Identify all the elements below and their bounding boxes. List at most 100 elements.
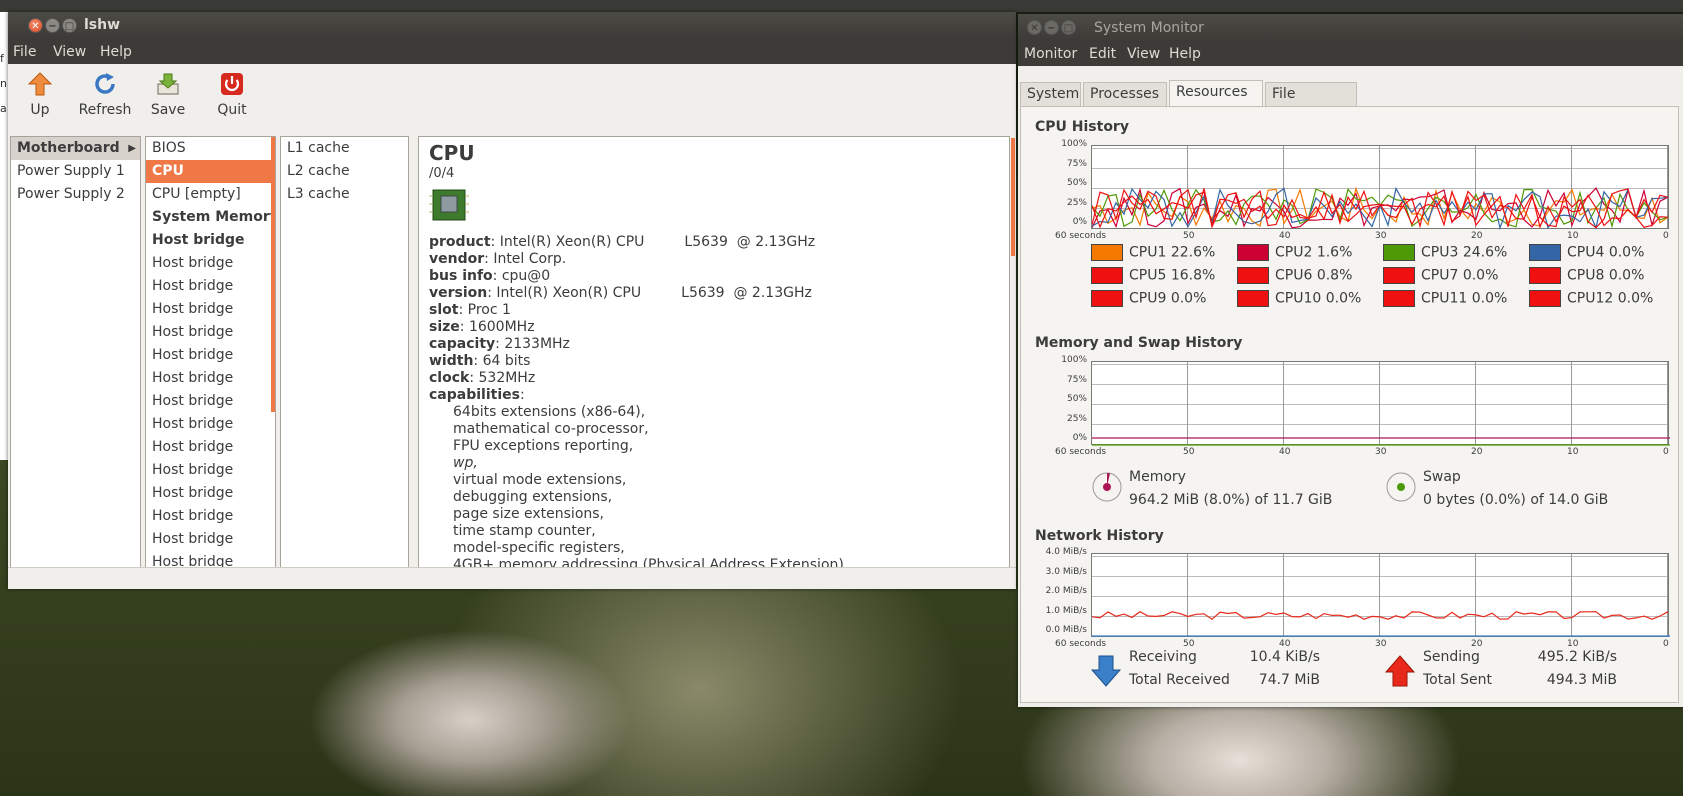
menu-view[interactable]: View	[1127, 46, 1160, 62]
list-item[interactable]: Host bridge	[146, 321, 271, 344]
tab-file-systems[interactable]: File Systems	[1265, 82, 1357, 124]
field-value: 2133MHz	[504, 336, 570, 352]
maximize-icon[interactable]: □	[1061, 20, 1076, 35]
list-item[interactable]: CPU	[146, 160, 271, 183]
x-tick-label: 60 seconds	[1055, 447, 1107, 457]
menu-view[interactable]: View	[53, 44, 86, 60]
menu-monitor[interactable]: Monitor	[1024, 46, 1077, 62]
list-item[interactable]: L3 cache	[281, 183, 408, 206]
menu-edit[interactable]: Edit	[1089, 46, 1116, 62]
list-item[interactable]: Host bridge	[146, 229, 271, 252]
close-icon[interactable]: ✕	[28, 18, 43, 33]
y-tick-label: 25%	[1066, 197, 1087, 208]
list-item[interactable]: Host bridge	[146, 505, 271, 528]
column-2-scrollbar[interactable]	[271, 136, 276, 576]
field-key: version	[429, 285, 488, 301]
save-button[interactable]: Save	[138, 70, 198, 118]
cpu-legend-item[interactable]: CPU7 0.0%	[1383, 267, 1498, 284]
list-item[interactable]: L2 cache	[281, 160, 408, 183]
cpu-legend-item[interactable]: CPU8 0.0%	[1529, 267, 1644, 284]
cpu-label: CPU4	[1567, 244, 1605, 261]
device-column-1[interactable]: Motherboard ▶ Power Supply 1 Power Supply…	[10, 136, 141, 576]
color-swatch[interactable]	[1237, 290, 1269, 307]
cpu-legend-item[interactable]: CPU3 24.6%	[1383, 244, 1507, 261]
power-icon	[221, 73, 243, 95]
tab-resources[interactable]: Resources	[1169, 80, 1263, 106]
list-item[interactable]: Host bridge	[146, 275, 271, 298]
details-scrollbar[interactable]	[1011, 138, 1015, 256]
field-value: Intel(R) Xeon(R) CPU L5639 @ 2.13GHz	[499, 234, 816, 250]
device-details: CPU /0/4 product: Intel(R) Xeon(R) CPU L…	[418, 136, 1010, 576]
device-column-2[interactable]: BIOS CPU CPU [empty] System Memory Host brid…	[145, 136, 271, 576]
color-swatch[interactable]	[1091, 290, 1123, 307]
list-item[interactable]: BIOS	[146, 137, 271, 160]
cpu-label: CPU9	[1129, 290, 1167, 307]
sending-trace	[1092, 610, 1669, 621]
list-item[interactable]: Host bridge	[146, 298, 271, 321]
color-swatch[interactable]	[1237, 244, 1269, 261]
cpu-value: 22.6%	[1170, 244, 1216, 261]
list-item[interactable]: Power Supply 1	[11, 160, 140, 183]
y-tick-label: 25%	[1066, 413, 1087, 424]
color-swatch[interactable]	[1529, 290, 1561, 307]
list-item[interactable]: Host bridge	[146, 367, 271, 390]
list-item[interactable]: Power Supply 2	[11, 183, 140, 206]
list-item[interactable]: Host bridge	[146, 390, 271, 413]
cpu-legend-item[interactable]: CPU11 0.0%	[1383, 290, 1507, 307]
capability-item: FPU exceptions reporting,	[453, 438, 634, 454]
list-item[interactable]: System Memory	[146, 206, 271, 229]
color-swatch[interactable]	[1237, 267, 1269, 284]
up-button[interactable]: Up	[10, 70, 70, 118]
color-swatch[interactable]	[1529, 267, 1561, 284]
cpu-legend-item[interactable]: CPU6 0.8%	[1237, 267, 1352, 284]
color-swatch[interactable]	[1091, 244, 1123, 261]
x-tick-label: 0	[1663, 447, 1669, 457]
menu-help[interactable]: Help	[100, 44, 132, 60]
memory-label: Memory	[1129, 469, 1186, 485]
color-swatch[interactable]	[1529, 244, 1561, 261]
refresh-button[interactable]: Refresh	[75, 70, 135, 118]
sysmon-titlebar[interactable]: ✕ − □ System Monitor	[1018, 14, 1683, 42]
list-item[interactable]: Host bridge	[146, 459, 271, 482]
list-item[interactable]: Host bridge	[146, 413, 271, 436]
cpu-legend-item[interactable]: CPU4 0.0%	[1529, 244, 1644, 261]
total-sent-value: 494.3 MiB	[1546, 672, 1617, 688]
memory-pie-icon	[1092, 472, 1122, 502]
menu-help[interactable]: Help	[1169, 46, 1201, 62]
color-swatch[interactable]	[1091, 267, 1123, 284]
tab-system[interactable]: System	[1020, 82, 1081, 106]
color-swatch[interactable]	[1383, 267, 1415, 284]
cpu-legend-item[interactable]: CPU10 0.0%	[1237, 290, 1361, 307]
list-item[interactable]: CPU [empty]	[146, 183, 271, 206]
tab-processes[interactable]: Processes	[1083, 82, 1167, 106]
quit-button[interactable]: Quit	[202, 70, 262, 118]
device-column-3[interactable]: L1 cache L2 cache L3 cache	[280, 136, 409, 576]
cpu-legend-item[interactable]: CPU9 0.0%	[1091, 290, 1206, 307]
list-item[interactable]: Host bridge	[146, 252, 271, 275]
color-swatch[interactable]	[1383, 290, 1415, 307]
list-item[interactable]: Host bridge	[146, 528, 271, 551]
list-item[interactable]: Host bridge	[146, 482, 271, 505]
minimize-icon[interactable]: −	[45, 18, 60, 33]
cpu-legend-item[interactable]: CPU2 1.6%	[1237, 244, 1352, 261]
lshw-titlebar[interactable]: ✕ − □ lshw	[8, 12, 1016, 40]
cpu-label: CPU3	[1421, 244, 1459, 261]
device-field: bus info: cpu@0	[429, 268, 551, 284]
list-item[interactable]: L1 cache	[281, 137, 408, 160]
list-item[interactable]: Host bridge	[146, 344, 271, 367]
minimize-icon[interactable]: −	[1044, 20, 1059, 35]
field-key: slot	[429, 302, 459, 318]
sending-value: 495.2 KiB/s	[1537, 649, 1617, 665]
cpu-legend-item[interactable]: CPU12 0.0%	[1529, 290, 1653, 307]
cpu-legend-item[interactable]: CPU1 22.6%	[1091, 244, 1215, 261]
color-swatch[interactable]	[1383, 244, 1415, 261]
maximize-icon[interactable]: □	[62, 18, 77, 33]
close-icon[interactable]: ✕	[1027, 20, 1042, 35]
cpu-label: CPU1	[1129, 244, 1167, 261]
y-tick-label: 3.0 MiB/s	[1045, 566, 1087, 577]
list-item[interactable]: Host bridge	[146, 436, 271, 459]
top-panel	[0, 0, 1683, 12]
cpu-legend-item[interactable]: CPU5 16.8%	[1091, 267, 1215, 284]
list-item[interactable]: Motherboard ▶	[11, 137, 140, 160]
menu-file[interactable]: File	[13, 44, 36, 60]
